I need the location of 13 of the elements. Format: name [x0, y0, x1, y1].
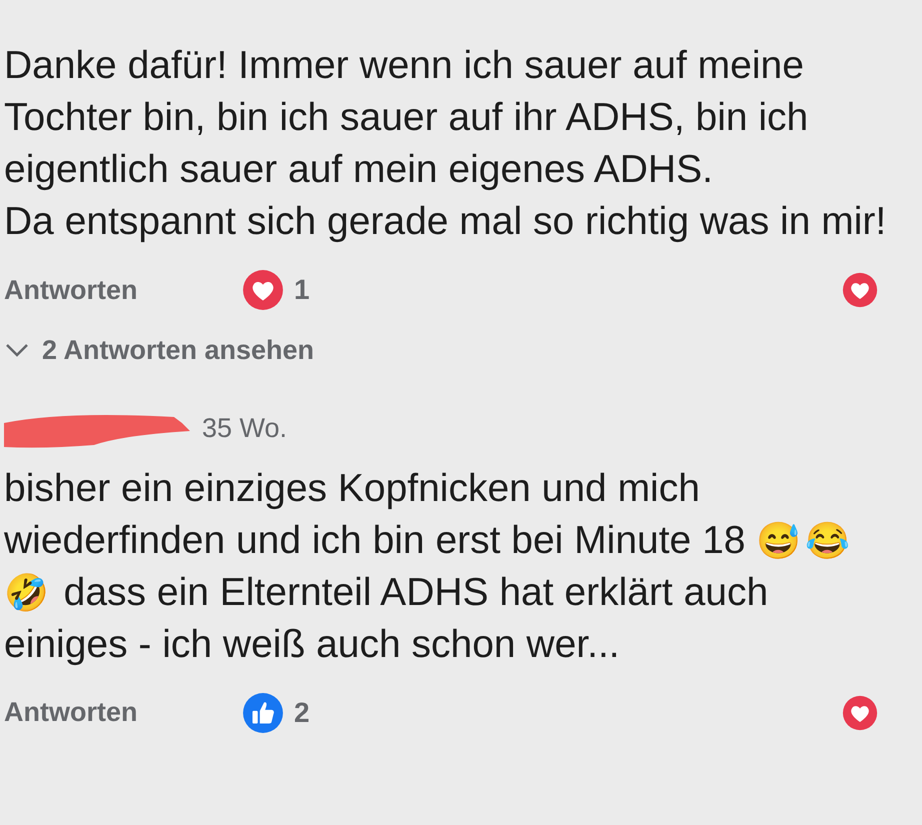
comment-text: Danke dafür! Immer wenn ich sauer auf meine Tochter bin, bin ich sauer auf ihr ADHS, bin ich eigentlich sauer auf mein eigenes ADHS. Da entspannt sich gerade mal so richtig was in mir! [4, 43, 888, 245]
reply-button[interactable]: Antworten [4, 692, 242, 733]
heart-reaction-icon [242, 269, 284, 311]
reply-button[interactable]: Antworten [4, 270, 242, 310]
heart-button-icon[interactable] [842, 694, 878, 730]
like-reaction-icon [242, 692, 284, 734]
chevron-down-icon [4, 342, 30, 358]
comment-text: bisher ein einziges Kopfnicken und mich wiederfinden und ich bin erst bei Minute 18 😅😂 🤣 dass ein Elternteil ADHS hat erklärt auch einiges - ich weiß auch schon wer... [4, 466, 851, 668]
reaction-count: 2 [294, 696, 310, 730]
reaction-count: 1 [294, 273, 310, 307]
view-replies-link[interactable]: 2 Antworten ansehen [4, 330, 314, 370]
comment-time: 35 Wo. [202, 412, 288, 446]
heart-button-icon[interactable] [842, 272, 878, 308]
